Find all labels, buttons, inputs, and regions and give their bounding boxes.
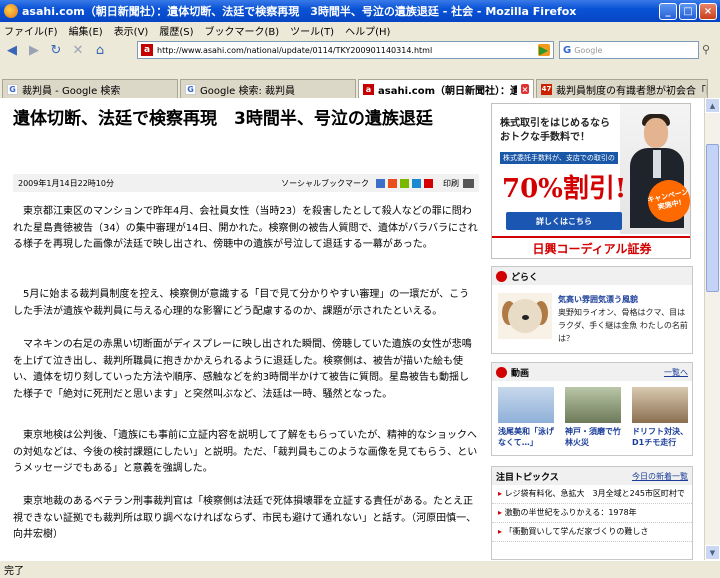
tab-bar: G 裁判員 - Google 検索 G Google 検索: 裁判員 a asa… [0, 78, 720, 98]
video-image[interactable] [632, 387, 688, 423]
video-thumbnail[interactable]: 神戸・須磨で竹林火災 [565, 387, 621, 448]
home-icon[interactable]: ⌂ [92, 42, 108, 58]
tab-label: 裁判員 - Google 検索 [22, 85, 121, 97]
doraku-header: どらく [492, 267, 692, 285]
article-headline: 遺体切断、法廷で検察再現 3時間半、号泣の遺族退廷 [13, 109, 433, 129]
printer-icon[interactable] [463, 178, 474, 188]
bookmark-service-icon[interactable] [400, 178, 409, 188]
asahi-favicon-icon: a [363, 83, 374, 95]
video-thumbnail[interactable]: ドリフト対決、D1チモ走行 [632, 387, 688, 448]
video-icon [496, 366, 507, 378]
topics-box: 注目トピックス 今日の新着一覧 レジ袋有料化、急拡大 3月全域と245市区町村で… [491, 466, 693, 560]
doraku-headline[interactable]: 気高い雰囲気漂う風貌 [558, 293, 690, 306]
search-placeholder: Google [574, 45, 603, 55]
article-paragraph: 東京地裁のあるベテラン刑事裁判官は「検察側は法廷で死体損壊罪を立証する責任がある… [13, 496, 477, 541]
menu-history[interactable]: 履歴(S) [159, 23, 193, 38]
social-bookmark-label: ソーシャルブックマーク [281, 178, 369, 188]
maximize-button[interactable]: □ [679, 2, 697, 20]
vertical-scrollbar[interactable]: ▲ ▼ [704, 98, 720, 560]
page-content: 遺体切断、法廷で検察再現 3時間半、号泣の遺族退廷 2009年1月14日22時1… [0, 98, 704, 560]
sidebar: 株式取引をはじめるなら おトクな手数料で！ 株式委託手数料が、支店での取引の 7… [489, 98, 701, 560]
forward-arrow-icon[interactable]: ▶ [26, 42, 42, 58]
tab-label: 裁判員制度の有識者懇が初会合「国... [556, 85, 707, 97]
search-input[interactable]: G Google [559, 41, 699, 59]
search-magnifier-icon[interactable]: ⚲ [702, 43, 710, 56]
scrollbar-thumb[interactable] [706, 144, 719, 292]
topic-item[interactable]: 激動の半世紀をふりかえる：1978年 [492, 504, 692, 523]
video-list-link[interactable]: 一覧へ [664, 367, 688, 378]
topics-new-link[interactable]: 今日の新着一覧 [632, 471, 688, 482]
47news-favicon-icon: 47 [541, 83, 552, 95]
tab-google-search-2[interactable]: G Google 検索: 裁判員 [180, 79, 356, 98]
section-bullet-icon [496, 270, 507, 282]
tab-label: asahi.com（朝日新聞社）：遺体切... [378, 85, 517, 97]
video-caption[interactable]: 浅尾美和「泳げなくて…」 [498, 426, 554, 448]
menu-edit[interactable]: 編集(E) [69, 23, 103, 38]
video-thumbnail[interactable]: 浅尾美和「泳げなくて…」 [498, 387, 554, 448]
article-paragraph: マネキンの右足の赤黒い切断面がディスプレーに映し出された瞬間、傍聴していた遺族の… [13, 339, 472, 401]
go-arrow-icon[interactable]: ▶ [539, 43, 548, 57]
url-text: http://www.asahi.com/national/update/011… [157, 45, 433, 55]
ad-details-button[interactable]: 詳しくはこちら [506, 212, 622, 230]
site-favicon-icon: a [141, 44, 153, 56]
bookmark-service-icon[interactable] [412, 178, 421, 188]
video-caption[interactable]: ドリフト対決、D1チモ走行 [632, 426, 688, 448]
menu-bookmarks[interactable]: ブックマーク(B) [205, 23, 280, 38]
video-box: 動画 一覧へ 浅尾美和「泳げなくて…」 神戸・須磨で竹林火災 ドリフト対決、D1… [491, 362, 693, 456]
video-caption[interactable]: 神戸・須磨で竹林火災 [565, 426, 621, 448]
ad-brand: 日興コーディアル証券 [492, 236, 690, 258]
article-meta: 2009年1月14日22時10分 ソーシャルブックマーク 印刷 [13, 174, 479, 192]
menu-bar: ファイル(F) 編集(E) 表示(V) 履歴(S) ブックマーク(B) ツール(… [0, 22, 720, 39]
ad-subline: 株式委託手数料が、支店での取引の [500, 152, 618, 164]
navigation-toolbar: ◀ ▶ ↻ ✕ ⌂ a http://www.asahi.com/nationa… [0, 39, 720, 61]
doraku-summary[interactable]: 奥野知ライオン、骨格はクマ、目はラクダ、手く継は金魚 わたしの名前は？ [558, 306, 690, 345]
article-date: 2009年1月14日22時10分 [18, 178, 114, 188]
bookmark-service-icon[interactable] [424, 178, 433, 188]
menu-file[interactable]: ファイル(F) [4, 23, 58, 38]
menu-view[interactable]: 表示(V) [114, 23, 149, 38]
back-arrow-icon[interactable]: ◀ [4, 42, 20, 58]
url-bar[interactable]: a http://www.asahi.com/national/update/0… [137, 41, 554, 59]
article-paragraph: 5月に始まる裁判員制度を控え、検察側が意識する「目で見て分かりやすい審理」の一環… [13, 289, 470, 317]
minimize-button[interactable]: _ [659, 2, 677, 20]
banner-ad[interactable]: 株式取引をはじめるなら おトクな手数料で！ 株式委託手数料が、支店での取引の 7… [491, 103, 691, 259]
article-paragraph: 東京地検は公判後、「遺族にも事前に立証内容を説明して了解をもらっていたが、精神的… [13, 430, 478, 475]
scroll-up-icon[interactable]: ▲ [705, 98, 720, 113]
print-link[interactable]: 印刷 [443, 178, 459, 189]
status-bar: 完了 [0, 560, 720, 578]
tab-47news[interactable]: 47 裁判員制度の有識者懇が初会合「国... [536, 79, 708, 98]
window-title: asahi.com（朝日新聞社）：遺体切断、法廷で検察再現 3時間半、号泣の遺族… [22, 5, 577, 18]
article-paragraph: 東京都江東区のマンションで昨年4月、会社員女性（当時23）を殺害したとして殺人な… [13, 206, 478, 251]
video-image[interactable] [565, 387, 621, 423]
firefox-icon [4, 4, 18, 18]
status-text: 完了 [4, 566, 24, 577]
window-title-bar: asahi.com（朝日新聞社）：遺体切断、法廷で検察再現 3時間半、号泣の遺族… [0, 0, 720, 22]
menu-help[interactable]: ヘルプ(H) [345, 23, 390, 38]
tab-asahi-article[interactable]: a asahi.com（朝日新聞社）：遺体切... × [358, 79, 534, 98]
scroll-down-icon[interactable]: ▼ [705, 545, 720, 560]
dog-photo[interactable] [498, 293, 552, 339]
article: 遺体切断、法廷で検察再現 3時間半、号泣の遺族退廷 2009年1月14日22時1… [0, 98, 486, 560]
stop-icon[interactable]: ✕ [70, 42, 86, 58]
tab-label: Google 検索: 裁判員 [200, 85, 295, 97]
ad-discount: 70%割引! [502, 174, 627, 204]
topic-item[interactable]: 「衝動買いして学んだ家づくりの難しさ [492, 523, 692, 542]
google-favicon-icon: G [185, 83, 196, 95]
close-button[interactable]: × [699, 2, 717, 20]
bookmark-service-icon[interactable] [376, 178, 385, 188]
topic-item[interactable]: レジ袋有料化、急拡大 3月全域と245市区町村で [492, 485, 692, 504]
google-favicon-icon: G [7, 83, 18, 95]
tab-google-search-1[interactable]: G 裁判員 - Google 検索 [2, 79, 178, 98]
doraku-box: どらく 気高い雰囲気漂う風貌 奥野知ライオン、骨格はクマ、目はラクダ、手く継は金… [491, 266, 693, 354]
video-image[interactable] [498, 387, 554, 423]
topics-header: 注目トピックス 今日の新着一覧 [492, 467, 692, 485]
tab-close-icon[interactable]: × [520, 84, 529, 94]
reload-icon[interactable]: ↻ [48, 42, 64, 58]
bookmark-service-icon[interactable] [388, 178, 397, 188]
google-icon: G [563, 44, 572, 56]
ad-headline: 株式取引をはじめるなら おトクな手数料で！ [500, 118, 610, 143]
menu-tools[interactable]: ツール(T) [290, 23, 334, 38]
video-header: 動画 一覧へ [492, 363, 692, 381]
